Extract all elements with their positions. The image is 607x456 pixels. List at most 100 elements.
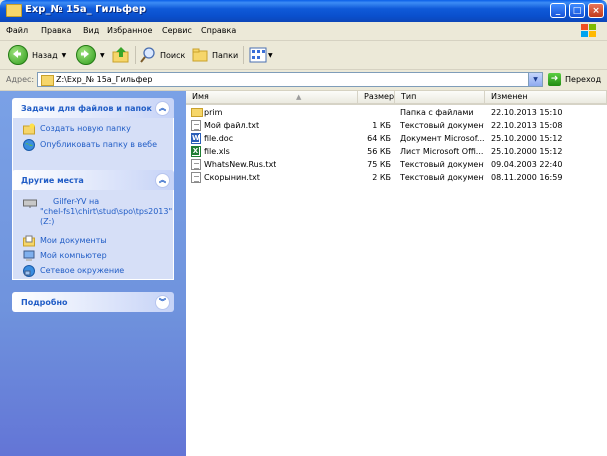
my-documents-icon [23,235,35,247]
go-label: Переход [565,75,602,84]
file-row[interactable]: prim Папка с файлами 22.10.2013 15:10 [186,106,607,119]
file-row[interactable]: Мой файл.txt 1 КБ Текстовый документ 22.… [186,119,607,132]
expand-chevron-icon[interactable]: ︾ [155,295,170,310]
file-type: Документ Microsof... [400,134,484,143]
search-label: Поиск [160,50,186,60]
go-button[interactable]: ➜ Переход [548,73,601,86]
column-header-size[interactable]: Размер [358,91,395,105]
views-icon [249,47,267,63]
file-name: WhatsNew.Rus.txt [204,160,277,169]
back-button[interactable]: Назад ▼ [8,44,66,66]
views-button[interactable]: ▼ [249,44,273,66]
details-header[interactable]: Подробно ︾ [12,292,174,312]
publish-web-icon [23,139,35,151]
address-dropdown-button[interactable]: ▼ [528,73,542,86]
file-modified: 25.10.2000 15:12 [491,147,563,156]
menu-view[interactable]: Вид [83,26,99,35]
maximize-button[interactable]: □ [569,3,585,18]
file-modified: 22.10.2013 15:08 [491,121,563,130]
search-button[interactable]: Поиск [140,44,185,66]
file-row[interactable]: Скорынин.txt 2 КБ Текстовый документ 08.… [186,171,607,184]
menu-favorites[interactable]: Избранное [107,26,152,35]
file-size: 75 КБ [367,160,391,169]
tasks-panel-header[interactable]: Задачи для файлов и папок ︽ [12,98,174,118]
minimize-button[interactable]: _ [550,3,566,18]
go-arrow-icon: ➜ [548,73,561,86]
address-input[interactable]: Z:\Exp_№ 15a_Гильфер ▼ [37,72,543,87]
file-modified: 08.11.2000 16:59 [491,173,563,182]
sort-ascending-icon: ▲ [296,93,302,101]
file-type: Текстовый документ [400,160,484,169]
details-title: Подробно [21,298,68,307]
file-type: Лист Microsoft Offi... [400,147,484,156]
up-folder-icon [112,47,129,63]
task-label: Опубликовать папку в вебе [40,140,157,149]
menu-tools[interactable]: Сервис [162,26,192,35]
task-new-folder[interactable]: Создать новую папку [13,122,173,137]
place-network-drive[interactable]: Gilfer-YV на "chel-fs1\chirt\stud\spo\tp… [13,196,173,234]
menu-bar: Файл Правка Вид Избранное Сервис Справка [0,22,607,41]
drive-line-1: Gilfer-YV на [53,197,100,206]
column-label: Имя [192,92,209,101]
folder-icon [6,4,22,17]
file-size: 1 КБ [372,121,391,130]
windows-logo-icon [579,23,597,39]
file-type: Текстовый документ [400,173,484,182]
text-file-icon [191,120,201,131]
views-dropdown-icon[interactable]: ▼ [268,52,273,59]
close-button[interactable]: × [588,3,604,18]
menu-file[interactable]: Файл [6,26,28,35]
window-title: Exp_№ 15a_ Гильфер [25,4,146,15]
collapse-chevron-icon[interactable]: ︽ [155,101,170,116]
back-arrow-icon [8,45,28,65]
up-folder-button[interactable] [112,44,130,66]
file-row[interactable]: file.doc 64 КБ Документ Microsof... 25.1… [186,132,607,145]
file-type: Папка с файлами [400,108,474,117]
file-name: Скорынин.txt [204,173,260,182]
other-places-header[interactable]: Другие места ︽ [12,170,174,190]
word-file-icon [191,133,201,144]
other-places-title: Другие места [21,176,84,185]
task-pane: Задачи для файлов и папок ︽ Создать нову… [0,91,186,456]
file-modified: 25.10.2000 15:12 [491,134,563,143]
place-label: Мой компьютер [40,251,107,260]
file-name: file.doc [204,134,234,143]
text-file-icon [191,172,201,183]
file-name: Мой файл.txt [204,121,260,130]
excel-file-icon [191,146,201,157]
menu-edit[interactable]: Правка [41,26,71,35]
menu-help[interactable]: Справка [201,26,236,35]
folder-icon [191,108,203,117]
search-icon [140,47,155,63]
forward-dropdown-icon[interactable]: ▼ [100,52,105,59]
place-my-computer[interactable]: Мой компьютер [13,249,173,264]
column-header-type[interactable]: Тип [395,91,485,105]
task-publish-web[interactable]: Опубликовать папку в вебе [13,138,173,153]
new-folder-icon [23,123,35,135]
file-size: 2 КБ [372,173,391,182]
details-panel: Подробно ︾ [12,292,174,312]
file-row[interactable]: WhatsNew.Rus.txt 75 КБ Текстовый докумен… [186,158,607,171]
column-header-name[interactable]: Имя ▲ [186,91,358,105]
place-label: Сетевое окружение [40,266,125,275]
address-value: Z:\Exp_№ 15a_Гильфер [56,75,153,84]
title-bar[interactable]: Exp_№ 15a_ Гильфер _ □ × [0,0,607,22]
file-row[interactable]: file.xls 56 КБ Лист Microsoft Offi... 25… [186,145,607,158]
drive-line-3: (Z:) [40,217,55,226]
column-header-modified[interactable]: Изменен [485,91,607,105]
address-bar: Адрес: Z:\Exp_№ 15a_Гильфер ▼ ➜ Переход [0,70,607,91]
collapse-chevron-icon[interactable]: ︽ [155,173,170,188]
file-rows: prim Папка с файлами 22.10.2013 15:10 Мо… [186,106,607,184]
drive-line-2: "chel-fs1\chirt\stud\spo\tps2013" [40,207,173,216]
back-label: Назад [32,50,58,60]
place-network[interactable]: Сетевое окружение [13,264,173,279]
place-label: Мои документы [40,236,107,245]
file-size: 64 КБ [367,134,391,143]
network-icon [23,265,35,277]
folders-button[interactable]: Папки [192,44,238,66]
forward-button[interactable]: ▼ [76,44,105,66]
network-drive-icon [23,199,37,208]
back-dropdown-icon[interactable]: ▼ [62,52,67,59]
folders-label: Папки [212,50,239,60]
place-my-documents[interactable]: Мои документы [13,234,173,249]
